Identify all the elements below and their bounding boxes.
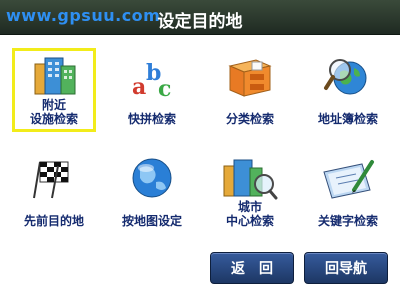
tile-address-book-search[interactable]: 地址簿检索 [306, 48, 390, 132]
buildings-icon [15, 54, 93, 96]
abc-icon: a b c [110, 54, 194, 102]
tile-nearby-facility-search[interactable]: 附近 设施检索 [12, 48, 96, 132]
tile-label: 城市 中心检索 [225, 200, 274, 228]
tile-label: 附近 设施检索 [29, 98, 78, 126]
keyword-pen-icon [306, 156, 390, 199]
back-button[interactable]: 返 回 [210, 252, 294, 284]
tile-label: 关键字检索 [317, 214, 378, 228]
tile-category-search[interactable]: 分类检索 [208, 48, 292, 132]
svg-text:c: c [158, 76, 171, 98]
globe-icon [110, 156, 194, 198]
tile-city-center-search[interactable]: 城市 中心检索 [208, 150, 292, 234]
return-to-navigation-button[interactable]: 回导航 [304, 252, 388, 284]
tile-quick-spell-search[interactable]: a b c 快拼检索 [110, 48, 194, 132]
tile-label: 按地图设定 [121, 214, 182, 228]
tile-label: 快拼检索 [127, 112, 176, 126]
svg-text:a: a [132, 74, 146, 98]
drawers-icon [208, 54, 292, 97]
tile-label: 分类检索 [225, 112, 274, 126]
tile-keyword-search[interactable]: 关键字检索 [306, 150, 390, 234]
tile-label: 先前目的地 [23, 214, 84, 228]
tile-label: 地址簿检索 [317, 112, 378, 126]
checkered-flag-icon [12, 156, 96, 199]
city-search-icon [208, 156, 292, 200]
page-title: 设定目的地 [157, 12, 243, 32]
title-bar: www.gpsuu.com 设定目的地 [0, 0, 400, 35]
tile-set-by-map[interactable]: 按地图设定 [110, 150, 194, 234]
tile-previous-destination[interactable]: 先前目的地 [12, 150, 96, 234]
globe-search-icon [306, 54, 390, 96]
